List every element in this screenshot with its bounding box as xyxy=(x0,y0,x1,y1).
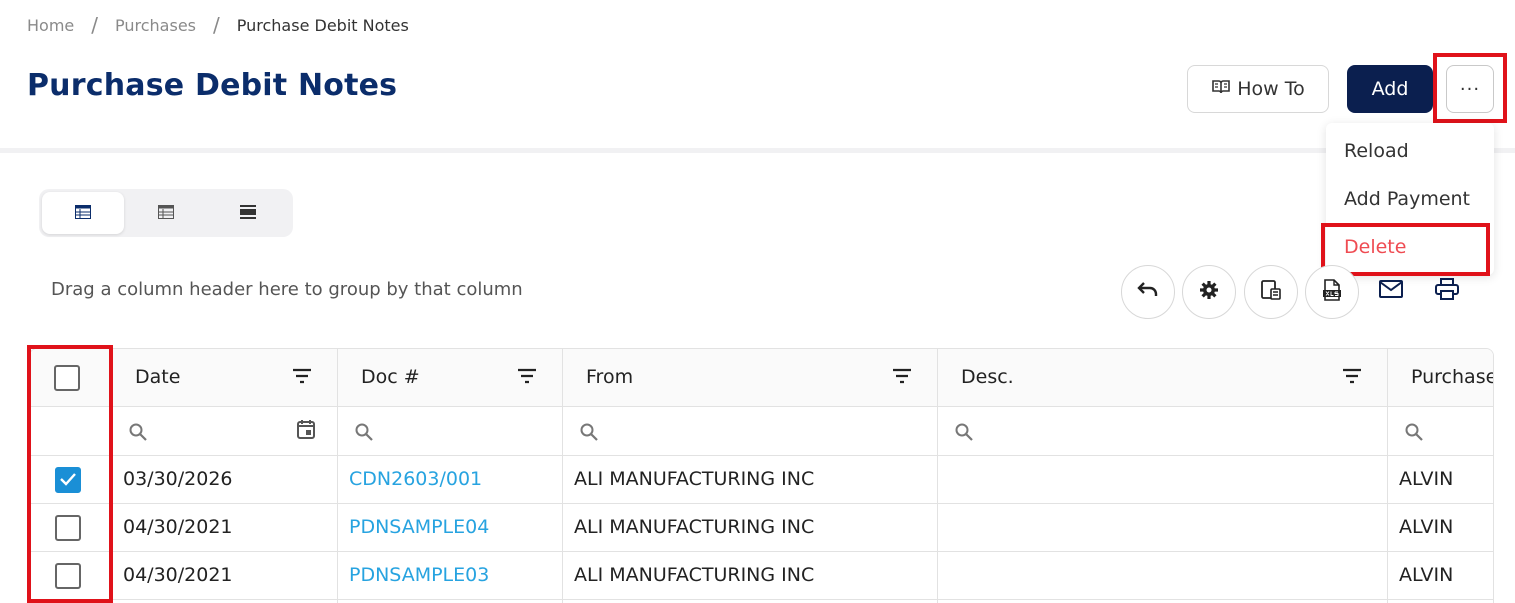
xls-export-button[interactable] xyxy=(1305,265,1359,319)
row-checkbox[interactable] xyxy=(55,467,81,493)
column-divider xyxy=(110,349,111,603)
header-divider xyxy=(0,148,1515,153)
more-options-button[interactable]: ··· xyxy=(1446,65,1494,113)
column-header-purchaser[interactable]: Purchase xyxy=(1411,366,1493,388)
table-view-button[interactable] xyxy=(42,192,124,234)
search-icon[interactable] xyxy=(354,422,374,446)
how-to-label: How To xyxy=(1237,78,1305,100)
breadcrumb-current: Purchase Debit Notes xyxy=(236,15,409,35)
column-divider xyxy=(562,349,563,603)
cell-doc-link[interactable]: PDNSAMPLE04 xyxy=(349,516,489,538)
undo-icon xyxy=(1137,282,1159,302)
cell-date: 04/30/2021 xyxy=(123,516,233,538)
menu-item-delete[interactable]: Delete xyxy=(1344,236,1406,258)
cell-from: ALI MANUFACTURING INC xyxy=(574,564,815,586)
cell-purchaser: ALVIN xyxy=(1399,468,1454,490)
undo-button[interactable] xyxy=(1121,265,1175,319)
column-header-doc[interactable]: Doc # xyxy=(361,366,420,388)
breadcrumb-home[interactable]: Home xyxy=(27,16,74,35)
column-header-from[interactable]: From xyxy=(586,366,633,388)
menu-item-add-payment[interactable]: Add Payment xyxy=(1344,188,1470,210)
select-all-checkbox[interactable] xyxy=(54,365,80,391)
add-button[interactable]: Add xyxy=(1347,65,1433,113)
breadcrumb-separator: / xyxy=(213,13,220,37)
cell-doc-link[interactable]: PDNSAMPLE03 xyxy=(349,564,489,586)
more-options-menu: Reload Add Payment Delete xyxy=(1326,123,1494,275)
xls-icon xyxy=(1322,279,1342,305)
filter-icon[interactable] xyxy=(292,368,312,388)
filter-icon[interactable] xyxy=(517,368,537,388)
print-icon xyxy=(1435,278,1459,304)
cell-purchaser: ALVIN xyxy=(1399,564,1454,586)
check-icon xyxy=(59,471,77,490)
column-divider xyxy=(337,349,338,603)
menu-item-reload[interactable]: Reload xyxy=(1344,140,1409,162)
calendar-icon[interactable] xyxy=(297,419,315,443)
column-divider xyxy=(1387,349,1388,603)
settings-button[interactable] xyxy=(1182,265,1236,319)
book-icon xyxy=(1211,78,1231,101)
view-toggle xyxy=(39,189,293,237)
cell-doc-link[interactable]: CDN2603/001 xyxy=(349,468,482,490)
search-icon[interactable] xyxy=(954,422,974,446)
compact-view-button[interactable] xyxy=(207,192,289,234)
cell-from: ALI MANUFACTURING INC xyxy=(574,516,815,538)
debit-notes-table: Date Doc # From Desc. Purchase 03/30/202… xyxy=(29,348,1494,603)
row-checkbox[interactable] xyxy=(55,515,81,541)
search-icon[interactable] xyxy=(128,422,148,446)
breadcrumb-separator: / xyxy=(91,13,98,37)
print-button[interactable] xyxy=(1432,276,1462,306)
list-view-icon xyxy=(158,204,174,223)
cell-from: ALI MANUFACTURING INC xyxy=(574,468,815,490)
table-row[interactable]: 04/30/2021 PDNSAMPLE03 ALI MANUFACTURING… xyxy=(30,552,1493,600)
cell-purchaser: ALVIN xyxy=(1399,516,1454,538)
gear-icon xyxy=(1199,280,1219,304)
table-row[interactable]: 04/30/2021 PDNSAMPLE04 ALI MANUFACTURING… xyxy=(30,504,1493,552)
filter-icon[interactable] xyxy=(1342,368,1362,388)
search-icon[interactable] xyxy=(1404,422,1424,446)
mail-icon xyxy=(1379,280,1403,302)
export-icon xyxy=(1260,279,1282,305)
cell-date: 03/30/2026 xyxy=(123,468,233,490)
breadcrumb: Home / Purchases / Purchase Debit Notes xyxy=(27,13,409,37)
email-button[interactable] xyxy=(1376,276,1406,306)
column-divider xyxy=(937,349,938,603)
page-title: Purchase Debit Notes xyxy=(27,68,398,103)
table-row[interactable]: 03/30/2026 CDN2603/001 ALI MANUFACTURING… xyxy=(30,456,1493,504)
group-by-hint: Drag a column header here to group by th… xyxy=(51,279,523,300)
how-to-button[interactable]: How To xyxy=(1187,65,1329,113)
list-view-button[interactable] xyxy=(125,192,207,234)
row-checkbox[interactable] xyxy=(55,563,81,589)
filter-row xyxy=(30,407,1493,456)
export-button[interactable] xyxy=(1244,265,1298,319)
column-header-date[interactable]: Date xyxy=(135,366,180,388)
breadcrumb-purchases[interactable]: Purchases xyxy=(115,16,196,35)
compact-view-icon xyxy=(240,204,256,223)
cell-date: 04/30/2021 xyxy=(123,564,233,586)
table-view-icon xyxy=(75,204,91,223)
column-header-desc[interactable]: Desc. xyxy=(961,366,1014,388)
table-header-row: Date Doc # From Desc. Purchase xyxy=(30,349,1493,407)
filter-icon[interactable] xyxy=(892,368,912,388)
search-icon[interactable] xyxy=(579,422,599,446)
